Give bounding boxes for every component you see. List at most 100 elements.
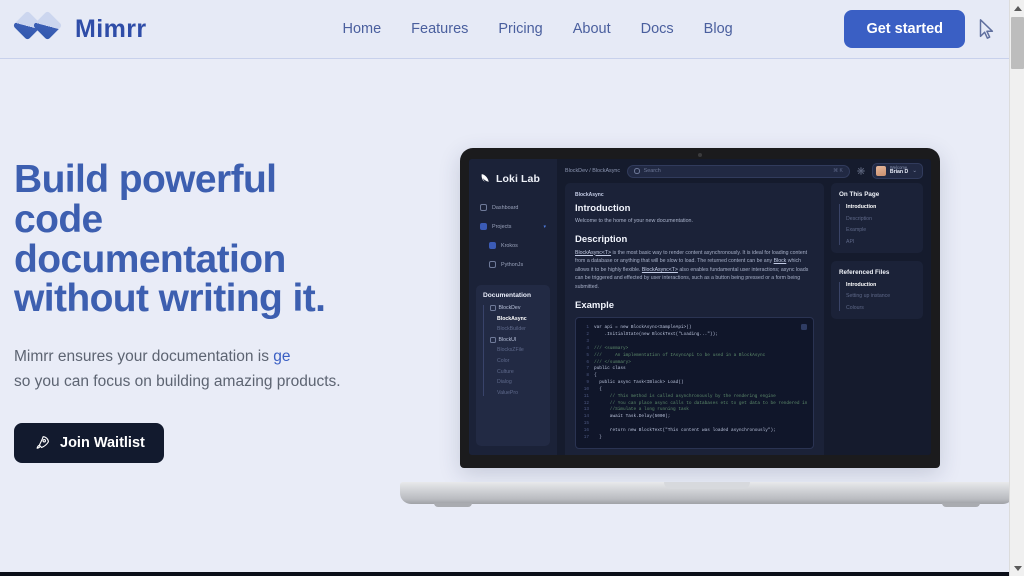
loki-lab-logo[interactable]: Loki Lab: [476, 168, 550, 195]
gear-icon[interactable]: [857, 167, 865, 175]
nav-item-about[interactable]: About: [573, 21, 611, 37]
copy-icon[interactable]: [801, 324, 807, 331]
nav-item-docs[interactable]: Docs: [641, 21, 674, 37]
mouse-cursor-icon: [979, 19, 994, 39]
documentation-tree: BlockDev BlockAsync BlockBuilder BlockUI…: [483, 305, 543, 396]
scroll-up-arrow[interactable]: [1010, 0, 1024, 16]
app-screen: Loki Lab Dashboard Projects ▾ Krokos Pyt…: [469, 159, 931, 455]
doc-tree-label: Color: [497, 357, 510, 364]
doc-tree-item-blockszfile[interactable]: BlocksZFile: [490, 347, 543, 353]
on-this-page-list: Introduction Description Example API: [839, 204, 915, 245]
toc-item-example[interactable]: Example: [846, 227, 915, 233]
doc-tree-item-blockasync[interactable]: BlockAsync: [490, 316, 543, 322]
page-root: Mimrr Home Features Pricing About Docs B…: [0, 0, 1024, 576]
site-header: Mimrr Home Features Pricing About Docs B…: [0, 0, 1009, 59]
code-line-text: /// An implementation of IAsyncApi to be…: [594, 352, 766, 358]
code-block: 1 var api = new BlockAsync<SampleApi>() 2 …: [575, 317, 814, 450]
code-line: 6 /// </summary>: [582, 360, 807, 367]
sidebar-item-projects[interactable]: Projects ▾: [476, 220, 550, 233]
section-title-description: Description: [575, 233, 628, 245]
code-line-text: /// </summary>: [594, 359, 631, 365]
doc-tree-item-blockbuilder[interactable]: BlockBuilder: [490, 326, 543, 332]
code-line: 8{: [582, 373, 807, 380]
hero-section: Build powerful code documentation withou…: [14, 160, 414, 464]
nav-item-home[interactable]: Home: [342, 21, 381, 37]
sidebar-item-pythonjs[interactable]: PythonJs: [476, 258, 550, 271]
laptop-foot-right: [942, 503, 980, 507]
page-bottom-strip: [0, 572, 1009, 576]
doc-tree-item-culture[interactable]: Culture: [490, 369, 543, 375]
search-placeholder: Search: [643, 168, 661, 174]
sidebar-item-krokos[interactable]: Krokos: [476, 239, 550, 252]
code-line-number: 1: [586, 325, 589, 331]
code-line-number: 5: [586, 352, 589, 358]
doc-tree-label: BlocksZFile: [497, 347, 524, 354]
nav-item-pricing[interactable]: Pricing: [498, 21, 542, 37]
doc-tree-item-dialog[interactable]: Dialog: [490, 379, 543, 385]
folder-icon: [480, 223, 487, 230]
code-line-text: public class: [594, 366, 626, 372]
doc-tree-item-valuepro[interactable]: ValuePro: [490, 390, 543, 396]
code-line: 11 // This method is called asynchronous…: [582, 394, 807, 401]
doc-article: BlockAsync Introduction Welcome to the h…: [565, 183, 824, 455]
laptop-mockup: Loki Lab Dashboard Projects ▾ Krokos Pyt…: [400, 148, 1014, 507]
page-title: Build powerful code documentation withou…: [14, 160, 414, 319]
doc-tree-label: ValuePro: [497, 389, 518, 396]
sidebar-item-dashboard[interactable]: Dashboard: [476, 201, 550, 214]
code-line-text: public async Task<IBlock> Load(): [594, 380, 684, 386]
sidebar-item-label: PythonJs: [501, 261, 524, 268]
doc-tree-label: BlockBuilder: [497, 326, 526, 333]
ref-item-colours[interactable]: Colours: [846, 305, 915, 311]
nav-item-blog[interactable]: Blog: [704, 21, 733, 37]
headline-line-4: without writing it.: [14, 277, 326, 321]
documentation-panel-title: Documentation: [483, 292, 531, 299]
code-line: 4 /// <summary>: [582, 346, 807, 353]
get-started-button[interactable]: Get started: [844, 10, 965, 48]
vertical-scrollbar[interactable]: [1009, 0, 1024, 576]
toc-item-api[interactable]: API: [846, 239, 915, 245]
code-line-text: .InitialState(new BlockText("Loading..."…: [594, 332, 718, 338]
doc-tree-label: BlockAsync: [497, 315, 527, 322]
nav-item-features[interactable]: Features: [411, 21, 468, 37]
code-line-number: 15: [583, 420, 589, 426]
logo-diamond-right: [32, 10, 63, 41]
user-menu[interactable]: Welcome, Brian D ⌄: [871, 162, 923, 180]
toc-item-description[interactable]: Description: [846, 216, 915, 222]
ref-item-setting-up-instance[interactable]: Setting up instance: [846, 293, 915, 299]
scrollbar-thumb[interactable]: [1011, 17, 1024, 69]
doc-tree-label: Culture: [497, 368, 514, 375]
doc-tree-item-blockui[interactable]: BlockUI: [490, 337, 543, 343]
code-line-number: 11: [583, 393, 589, 399]
code-line-text: //Simulate a long running task: [594, 407, 689, 413]
intro-text: Welcome to the home of your new document…: [575, 217, 693, 224]
doc-tree-item-blockdev[interactable]: BlockDev: [490, 305, 543, 311]
code-line: 1 var api = new BlockAsync<SampleApi>(): [582, 325, 807, 332]
code-line: 5 /// An implementation of IAsyncApi to b…: [582, 353, 807, 360]
header-actions: Get started: [844, 10, 997, 48]
code-line-number: 4: [586, 345, 589, 351]
join-waitlist-button[interactable]: Join Waitlist: [14, 423, 164, 464]
section-title-introduction: Introduction: [575, 203, 631, 214]
desc-link-blockasync-2[interactable]: BlockAsync<T>: [642, 267, 678, 273]
desc-link-blockasync-1[interactable]: BlockAsync<T>: [575, 250, 611, 256]
code-line-text: return new BlockText("This content was l…: [594, 427, 776, 433]
desc-link-block[interactable]: Block: [774, 258, 787, 264]
section-title-example: Example: [575, 300, 615, 312]
app-main: BlockDev / BlockAsync Search ⌘ K Welcome…: [557, 159, 931, 455]
scroll-down-arrow[interactable]: [1010, 560, 1024, 576]
code-line-text: }: [594, 434, 602, 440]
code-line: 9 public async Task<IBlock> Load(): [582, 380, 807, 387]
code-line-number: 3: [586, 339, 589, 345]
breadcrumb: BlockDev / BlockAsync: [565, 168, 621, 174]
cube-icon: [489, 242, 496, 249]
loki-lab-app: Loki Lab Dashboard Projects ▾ Krokos Pyt…: [469, 159, 931, 455]
doc-tree-item-color[interactable]: Color: [490, 358, 543, 364]
doc-tree-label: BlockDev: [498, 305, 521, 311]
ref-item-introduction[interactable]: Introduction: [846, 282, 915, 288]
code-line: 12 // You can place async calls to datab…: [582, 401, 808, 408]
brand-logo[interactable]: Mimrr: [12, 10, 146, 46]
search-input[interactable]: Search ⌘ K: [627, 164, 850, 178]
toc-item-introduction[interactable]: Introduction: [846, 204, 915, 210]
app-content: BlockAsync Introduction Welcome to the h…: [557, 183, 931, 455]
laptop-lid: Loki Lab Dashboard Projects ▾ Krokos Pyt…: [460, 148, 940, 468]
